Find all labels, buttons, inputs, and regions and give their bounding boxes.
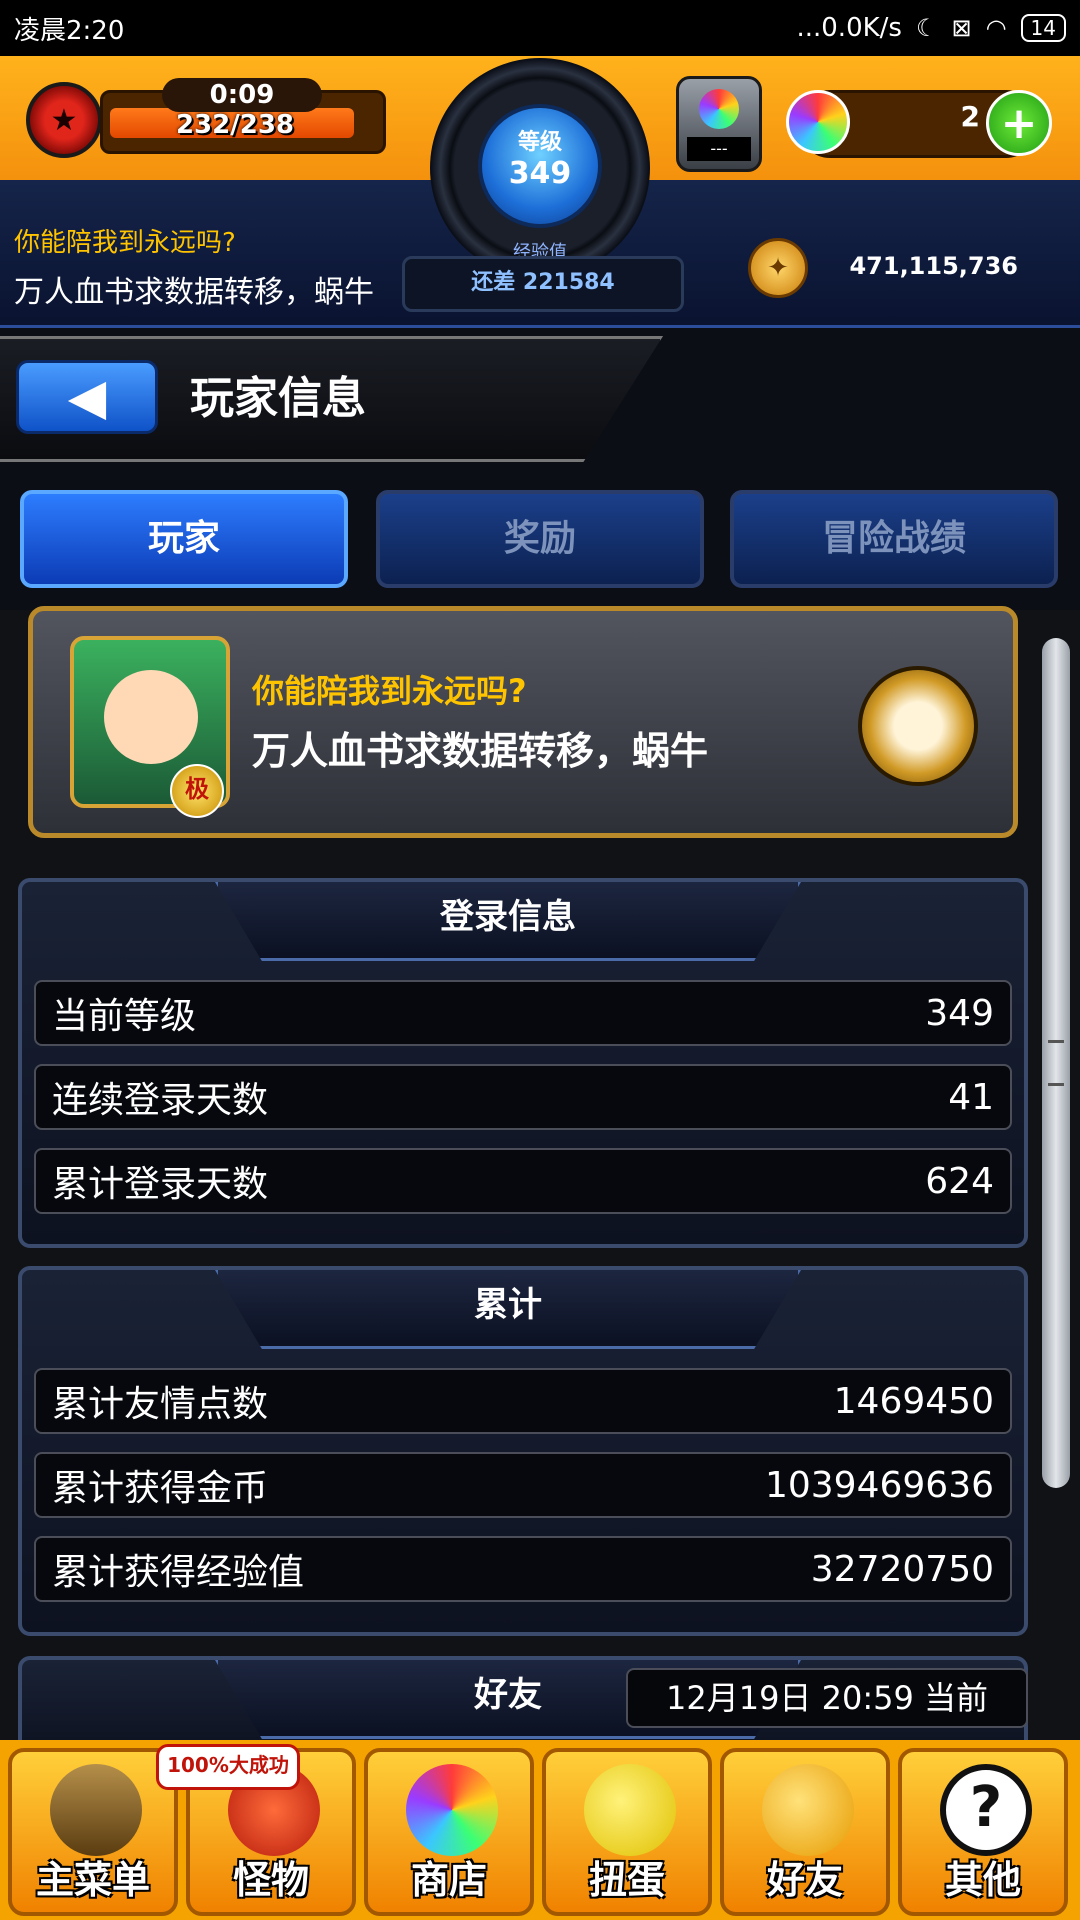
nav-shop[interactable]: 商店 (364, 1748, 534, 1916)
stat-label: 累计获得金币 (52, 1468, 269, 1509)
emblem-icon[interactable] (858, 666, 978, 786)
wifi-icon: ◠ (985, 14, 1007, 42)
nav-label: 商店 (410, 1858, 487, 1902)
stat-value: 349 (925, 992, 994, 1034)
stat-row-friendship-points: 累计友情点数 1469450 (34, 1368, 1012, 1434)
orb-count: 2 (960, 100, 980, 133)
add-orb-button[interactable]: + (986, 90, 1052, 156)
level-value: 349 (508, 156, 572, 191)
stat-label: 累计友情点数 (52, 1384, 269, 1425)
page-title: 玩家信息 (190, 373, 366, 424)
stat-value: 32720750 (810, 1548, 994, 1590)
stamina-timer: 0:09 (162, 78, 322, 112)
moon-icon: ☾ (915, 14, 938, 42)
battery-icon: 14 (1020, 14, 1066, 42)
back-button[interactable]: ◀ (16, 360, 158, 434)
stamina-value: 232/238 (175, 110, 295, 140)
stat-row-total-gold: 累计获得金币 1039469636 (34, 1452, 1012, 1518)
friends-title: 好友 (474, 1675, 542, 1715)
no-sim-icon: ⊠ (951, 14, 972, 42)
great-success-badge: 100%大成功 (156, 1744, 300, 1790)
back-arrow-icon: ◀ (67, 368, 107, 426)
battery-level: 14 (1030, 16, 1056, 40)
timestamp: 12月19日 20:59 当前 (626, 1668, 1028, 1728)
level-label: 等级 (517, 130, 562, 155)
gacha-machine-icon[interactable]: --- (676, 76, 762, 172)
coin-icon: ✦ (748, 238, 808, 298)
stat-value: 624 (925, 1160, 994, 1202)
nav-other[interactable]: ? 其他 (898, 1748, 1068, 1916)
stat-value: 1039469636 (764, 1464, 994, 1506)
egg-icon (584, 1764, 676, 1856)
avatar-face (104, 670, 198, 764)
rainbow-orb-icon (406, 1764, 498, 1856)
status-time: 凌晨2:20 (14, 15, 125, 46)
nav-gacha[interactable]: 扭蛋 (542, 1748, 712, 1916)
profile-line2: 万人血书求数据转移，蜗牛 (252, 729, 709, 773)
tab-adventure-record[interactable]: 冒险战绩 (730, 490, 1058, 588)
tab-rewards[interactable]: 奖励 (376, 490, 704, 588)
nav-label: 扭蛋 (588, 1858, 665, 1902)
avatar-badge: 极 (170, 764, 224, 818)
nav-friends[interactable]: 好友 (720, 1748, 890, 1916)
stat-label: 累计登录天数 (52, 1164, 269, 1205)
level-orb[interactable]: 等级 349 (478, 104, 602, 228)
stat-label: 累计获得经验值 (52, 1552, 305, 1593)
rainbow-orb-icon (786, 90, 850, 154)
stamina-icon: ★ (26, 82, 102, 158)
gacha-orb-icon (699, 89, 739, 129)
nav-label: 其他 (944, 1858, 1021, 1902)
header-player-line2: 万人血书求数据转移，蜗牛 (14, 275, 374, 310)
stat-value: 1469450 (833, 1380, 994, 1422)
gate-icon (50, 1764, 142, 1856)
exp-remaining: 还差 221584 (402, 256, 684, 312)
header-player-name: 你能陪我到永远吗? 万人血书求数据转移，蜗牛 (14, 222, 374, 311)
stat-label: 当前等级 (52, 996, 197, 1037)
nav-label: 怪物 (232, 1858, 309, 1902)
avatar[interactable]: 极 (70, 636, 230, 818)
profile-line1: 你能陪我到永远吗? (252, 672, 527, 710)
nav-label: 好友 (766, 1858, 843, 1902)
tab-player[interactable]: 玩家 (20, 490, 348, 588)
gacha-label: --- (687, 137, 751, 161)
nav-label: 主菜单 (35, 1858, 150, 1902)
coin-count: 471,115,736 (849, 252, 1018, 280)
nav-main-menu[interactable]: 主菜单 (8, 1748, 178, 1916)
friends-balloon-icon (762, 1764, 854, 1856)
scrollbar-grip-icon (1048, 1040, 1064, 1086)
stat-value: 41 (948, 1076, 994, 1118)
login-info-header: 登录信息 (215, 882, 801, 961)
question-mark-icon: ? (940, 1764, 1032, 1856)
stat-row-total-login: 累计登录天数 624 (34, 1148, 1012, 1214)
totals-header: 累计 (215, 1270, 801, 1349)
stat-row-consecutive-login: 连续登录天数 41 (34, 1064, 1012, 1130)
stat-row-total-exp: 累计获得经验值 32720750 (34, 1536, 1012, 1602)
status-bar: 凌晨2:20 ...0.0K/s ☾ ⊠ ◠ 14 (0, 0, 1080, 56)
header-player-line1: 你能陪我到永远吗? (14, 228, 236, 258)
stat-label: 连续登录天数 (52, 1080, 269, 1121)
network-speed: ...0.0K/s (796, 13, 902, 43)
stat-row-current-level: 当前等级 349 (34, 980, 1012, 1046)
